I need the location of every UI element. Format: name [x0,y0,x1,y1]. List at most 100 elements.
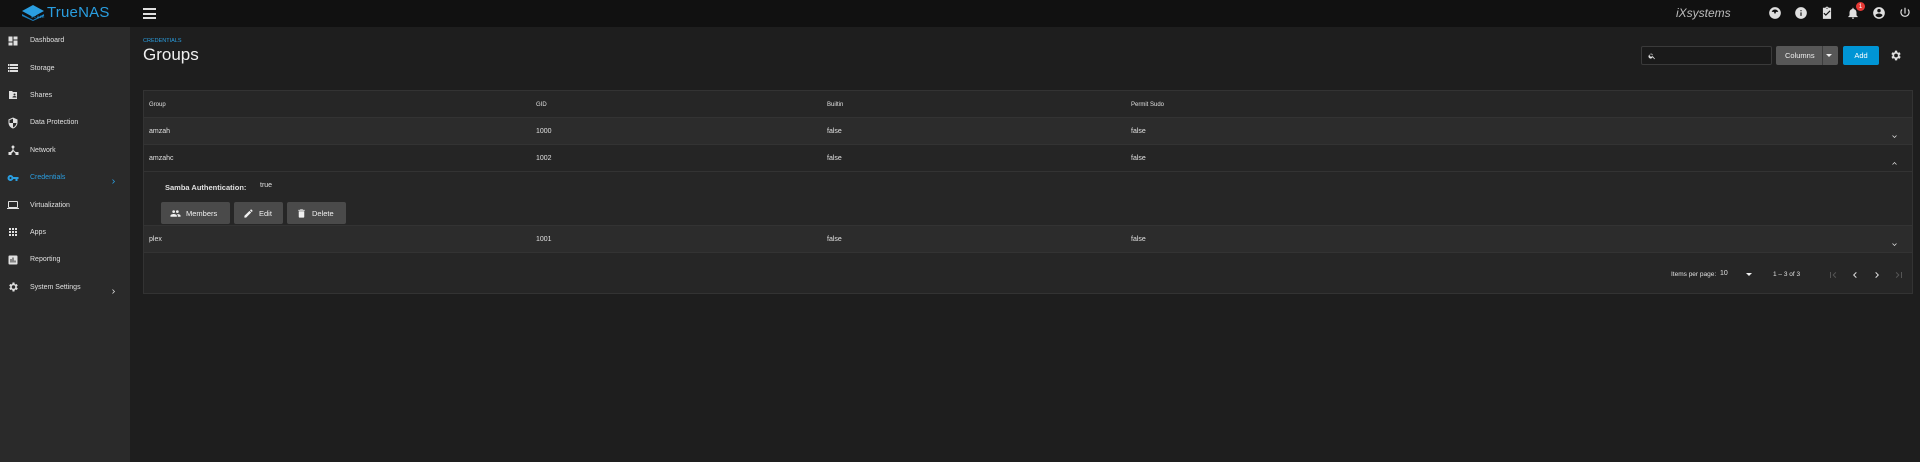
sidebar-item-credentials[interactable]: Credentials [0,164,130,191]
people-icon [170,209,181,217]
storage-icon [8,64,18,73]
last-page-icon[interactable] [1893,268,1905,280]
page-title: Groups [143,45,199,64]
columns-label: Columns [1785,51,1815,60]
groups-table: Group GID Builtin Permit Sudo amzah 1000… [143,90,1913,294]
sidebar-item-reporting[interactable]: Reporting [0,246,130,273]
menu-toggle-button[interactable] [143,8,156,19]
menu-icon [143,8,156,10]
edit-label: Edit [259,208,272,218]
search-icon [1648,53,1655,60]
notification-badge: 1 [1856,2,1865,11]
logo-edition: SCALE [31,15,45,19]
info-icon[interactable] [1794,6,1808,20]
power-icon[interactable] [1898,6,1912,20]
key-icon [7,174,19,181]
caret-down-icon [1746,273,1752,276]
column-header-group[interactable]: Group [149,102,166,108]
row-detail-panel: Samba Authentication: true Members Edit … [144,172,1912,226]
table-row[interactable]: amzahc 1002 false false [144,145,1912,172]
members-button[interactable]: Members [161,202,230,224]
items-per-page-label: Items per page: [1671,271,1717,278]
sidebar: Dashboard Storage Shares Data Protection… [0,27,130,462]
sidebar-item-label: Data Protection [30,119,79,127]
cell-gid: 1000 [536,128,552,135]
edit-button[interactable]: Edit [234,202,283,224]
network-icon [8,145,19,156]
cell-group: amzahc [149,155,174,162]
sidebar-item-label: Apps [30,228,46,236]
breadcrumb[interactable]: Credentials [143,38,182,44]
column-header-permit-sudo[interactable]: Permit Sudo [1131,102,1164,108]
sidebar-item-label: System Settings [30,283,81,291]
jobs-clipboard-icon[interactable] [1820,6,1834,20]
account-icon[interactable] [1872,6,1886,20]
cell-builtin: false [827,236,842,243]
gear-icon[interactable] [1889,49,1902,62]
previous-page-icon[interactable] [1849,268,1861,280]
items-per-page-value: 10 [1720,270,1728,277]
cell-permit-sudo: false [1131,236,1146,243]
cell-group: amzah [149,128,171,135]
folder-shared-icon [9,91,17,100]
table-row[interactable]: amzah 1000 false false [144,118,1912,145]
cell-gid: 1002 [536,155,552,162]
samba-auth-value: true [260,182,273,189]
cell-group: plex [149,236,162,243]
items-per-page-select[interactable]: 10 [1720,270,1752,280]
pencil-icon [244,208,253,218]
table-row[interactable]: plex 1001 false false [144,226,1912,253]
reporting-icon [8,255,18,265]
sidebar-item-label: Reporting [30,256,61,264]
security-icon [8,117,18,129]
first-page-icon[interactable] [1827,268,1839,280]
sidebar-item-dashboard[interactable]: Dashboard [0,27,130,54]
chevron-down-icon[interactable] [1890,236,1899,246]
sidebar-item-label: Dashboard [30,37,65,45]
members-label: Members [186,208,218,218]
ixsystems-text: iXsystems [1676,6,1731,20]
logo-text: TrueNAS [47,4,110,21]
top-bar: TrueNAS SCALE iXsystems 1 [0,0,1920,27]
search-input[interactable] [1641,46,1772,65]
sidebar-item-apps[interactable]: Apps [0,219,130,246]
column-header-gid[interactable]: GID [536,102,547,108]
sidebar-item-virtualization[interactable]: Virtualization [0,191,130,218]
sidebar-item-label: Shares [30,91,53,99]
dashboard-icon [8,36,18,46]
chevron-right-icon [109,173,118,184]
notifications-bell-icon[interactable]: 1 [1846,2,1865,20]
sidebar-item-label: Virtualization [30,201,70,209]
columns-button[interactable]: Columns [1776,46,1838,65]
truecommand-icon[interactable] [1768,6,1782,20]
sidebar-item-label: Network [30,146,56,154]
caret-down-icon [1822,46,1835,65]
sidebar-item-storage[interactable]: Storage [0,54,130,81]
apps-icon [9,228,17,237]
sidebar-item-label: Storage [30,64,55,72]
chevron-up-icon[interactable] [1890,155,1899,165]
settings-icon [9,282,18,292]
chevron-right-icon [109,283,118,294]
trash-icon [298,208,305,218]
table-header: Group GID Builtin Permit Sudo [144,91,1912,118]
sidebar-item-label: Credentials [30,174,66,182]
cell-builtin: false [827,155,842,162]
add-group-button[interactable]: Add [1843,46,1879,65]
sidebar-item-system-settings[interactable]: System Settings [0,274,130,301]
next-page-icon[interactable] [1871,268,1883,280]
cell-permit-sudo: false [1131,155,1146,162]
chevron-down-icon[interactable] [1890,128,1899,138]
ixsystems-logo[interactable]: iXsystems [1676,6,1731,20]
page-range-label: 1 – 3 of 3 [1773,271,1801,278]
sidebar-item-shares[interactable]: Shares [0,82,130,109]
cell-builtin: false [827,128,842,135]
cell-permit-sudo: false [1131,128,1146,135]
column-header-builtin[interactable]: Builtin [827,102,843,108]
computer-icon [7,201,19,210]
sidebar-item-network[interactable]: Network [0,137,130,164]
sidebar-item-data-protection[interactable]: Data Protection [0,109,130,136]
delete-label: Delete [312,208,334,218]
paginator: Items per page: 10 1 – 3 of 3 [144,254,1912,294]
delete-button[interactable]: Delete [287,202,346,224]
